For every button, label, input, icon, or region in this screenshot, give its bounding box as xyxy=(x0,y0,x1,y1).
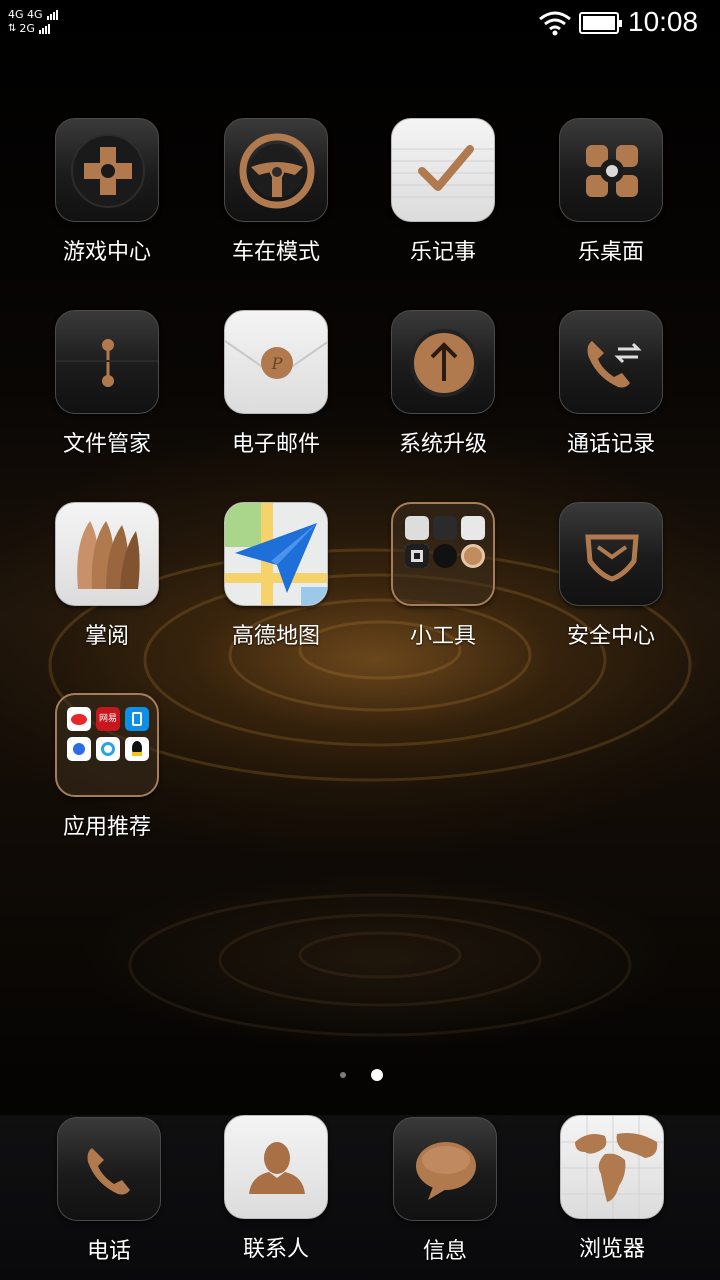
svg-text:P: P xyxy=(271,354,283,373)
app-label: 电子邮件 xyxy=(231,432,320,457)
app-label: 电话 xyxy=(86,1239,131,1264)
gamepad-icon xyxy=(55,118,159,222)
wifi-icon xyxy=(539,11,571,36)
battery-icon xyxy=(579,12,622,34)
dock-messages[interactable]: 信息 xyxy=(361,1117,529,1265)
page-dot-1[interactable] xyxy=(340,1072,346,1078)
map-paperplane-icon xyxy=(224,502,328,606)
baidu-mini-icon xyxy=(67,737,91,761)
data-arrows-icon: ⇅ xyxy=(8,23,17,34)
recorder-mini-icon xyxy=(461,544,485,568)
app-label: 高德地图 xyxy=(231,624,320,649)
envelope-icon: P xyxy=(224,310,328,414)
steering-wheel-icon xyxy=(224,118,328,222)
app-label: 安全中心 xyxy=(566,624,655,649)
calculator-mini-icon xyxy=(461,516,485,540)
dock-contacts[interactable]: 联系人 xyxy=(192,1115,360,1263)
weibo-mini-icon xyxy=(67,707,91,731)
globe-browser-icon xyxy=(560,1115,664,1219)
security-shield-icon xyxy=(559,502,663,606)
signal-bars-icon-2 xyxy=(38,24,50,34)
flashlight-mini-icon xyxy=(433,516,457,540)
dock-phone[interactable]: 电话 xyxy=(25,1117,193,1265)
alipay-mini-icon xyxy=(125,707,149,731)
app-notes[interactable]: 乐记事 xyxy=(359,118,527,266)
app-ireader[interactable]: 掌阅 xyxy=(23,502,191,650)
app-email[interactable]: P 电子邮件 xyxy=(192,310,360,458)
network-type-label-2: 2G xyxy=(19,22,35,35)
app-label: 掌阅 xyxy=(84,624,129,649)
message-bubble-icon xyxy=(393,1117,497,1221)
file-folder-icon xyxy=(55,310,159,414)
app-label: 游戏中心 xyxy=(62,240,151,265)
network-type-label: 4G 4G xyxy=(8,8,43,21)
upgrade-arrow-icon xyxy=(391,310,495,414)
app-label: 信息 xyxy=(422,1239,467,1264)
page-indicator xyxy=(0,1068,720,1082)
contacts-icon xyxy=(224,1115,328,1219)
app-label: 小工具 xyxy=(409,624,476,649)
app-label: 系统升级 xyxy=(398,432,487,457)
netease-mini-icon: 网易 xyxy=(96,707,120,731)
app-label: 联系人 xyxy=(242,1237,309,1262)
app-label: 乐桌面 xyxy=(577,240,644,265)
page-dot-2-active[interactable] xyxy=(371,1069,383,1081)
app-label: 应用推荐 xyxy=(62,815,151,840)
status-bar: 4G 4G ⇅ 2G 10:08 xyxy=(0,0,720,48)
folder-recommended-apps[interactable]: 网易 应用推荐 xyxy=(23,693,191,841)
recommended-apps-folder-icon: 网易 xyxy=(55,693,159,797)
dock: 电话 联系人 信息 浏览器 xyxy=(0,1115,720,1280)
app-call-log[interactable]: 通话记录 xyxy=(527,310,695,458)
app-car-mode[interactable]: 车在模式 xyxy=(192,118,360,266)
camera-mini-icon xyxy=(405,544,429,568)
reader-pages-icon xyxy=(55,502,159,606)
app-label: 乐记事 xyxy=(409,240,476,265)
app-label: 浏览器 xyxy=(578,1237,645,1262)
clock-mini-icon xyxy=(433,544,457,568)
dock-browser[interactable]: 浏览器 xyxy=(528,1115,696,1263)
qq-mini-icon xyxy=(125,737,149,761)
qq-browser-mini-icon xyxy=(96,737,120,761)
signal-bars-icon xyxy=(46,10,58,20)
app-game-center[interactable]: 游戏中心 xyxy=(23,118,191,266)
folder-tools[interactable]: 小工具 xyxy=(359,502,527,650)
app-le-desktop[interactable]: 乐桌面 xyxy=(527,118,695,266)
app-label: 车在模式 xyxy=(231,240,320,265)
compass-mini-icon xyxy=(405,516,429,540)
app-security-center[interactable]: 安全中心 xyxy=(527,502,695,650)
cellular-signal: 4G 4G ⇅ 2G xyxy=(8,8,58,36)
app-amap[interactable]: 高德地图 xyxy=(192,502,360,650)
app-file-manager[interactable]: 文件管家 xyxy=(23,310,191,458)
clock: 10:08 xyxy=(628,6,699,37)
phone-icon xyxy=(57,1117,161,1221)
app-label: 文件管家 xyxy=(62,432,151,457)
tools-folder-icon xyxy=(391,502,495,606)
checkmark-note-icon xyxy=(391,118,495,222)
launcher-petals-icon xyxy=(559,118,663,222)
app-label: 通话记录 xyxy=(566,432,655,457)
app-system-upgrade[interactable]: 系统升级 xyxy=(359,310,527,458)
call-log-icon xyxy=(559,310,663,414)
